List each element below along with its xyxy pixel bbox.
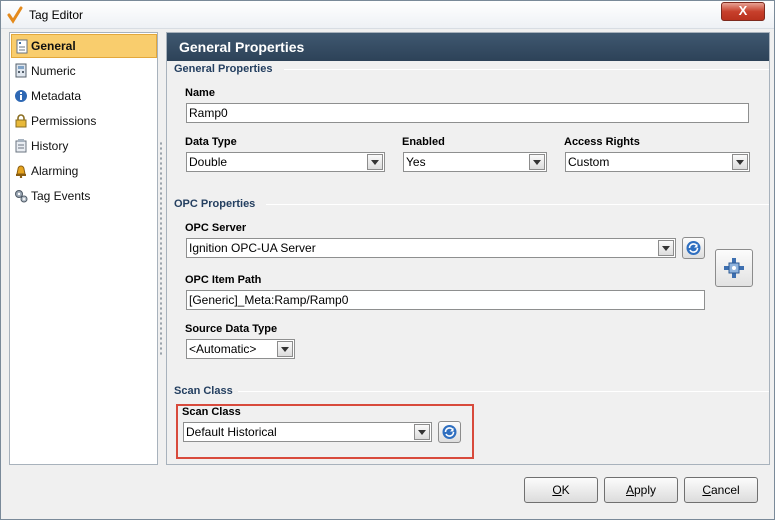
opc-server-select[interactable]: Ignition OPC-UA Server [186, 238, 676, 258]
lock-icon [15, 114, 27, 128]
numeric-icon [15, 63, 27, 78]
sidebar-item-label: Permissions [31, 114, 97, 128]
chevron-down-icon[interactable] [658, 240, 674, 256]
selected-value: Yes [406, 155, 426, 169]
gears-icon [15, 190, 28, 203]
sidebar-item-label: General [31, 39, 76, 53]
scan-class-label: Scan Class [182, 406, 241, 418]
refresh-icon [442, 425, 457, 439]
apply-mnemonic: A [625, 483, 634, 497]
sidebar-item-label: Tag Events [31, 189, 91, 203]
scan-class-select[interactable]: Default Historical [183, 422, 432, 442]
selected-value: Default Historical [186, 425, 277, 439]
sidebar: General Numeric Metadata Permissions His… [9, 32, 158, 465]
sidebar-item-label: Metadata [31, 89, 82, 103]
sidebar-item-metadata[interactable]: Metadata [11, 84, 157, 108]
opc-item-path-field[interactable]: [Generic]_Meta:Ramp/Ramp0 [186, 290, 705, 310]
name-label: Name [185, 87, 215, 99]
bell-icon [16, 165, 26, 178]
data-type-label: Data Type [185, 136, 237, 148]
access-rights-select[interactable]: Custom [565, 152, 750, 172]
enabled-select[interactable]: Yes [403, 152, 547, 172]
chevron-down-icon[interactable] [277, 341, 293, 357]
enabled-label: Enabled [402, 136, 445, 148]
sidebar-item-general[interactable]: General [11, 34, 157, 58]
section-divider [238, 391, 769, 392]
panel-header: General Properties [167, 33, 769, 61]
history-icon [15, 139, 27, 153]
access-rights-label: Access Rights [564, 136, 640, 148]
sidebar-item-label: History [31, 139, 69, 153]
ok-mnemonic: O [552, 483, 562, 497]
sidebar-item-numeric[interactable]: Numeric [11, 59, 157, 83]
chevron-down-icon[interactable] [367, 154, 383, 170]
opc-item-path-label: OPC Item Path [185, 274, 262, 286]
title-bar[interactable]: Tag Editor X [1, 1, 774, 29]
chevron-down-icon[interactable] [732, 154, 748, 170]
section-opc-properties: OPC Properties [174, 198, 769, 210]
splitter-handle[interactable] [159, 141, 163, 356]
close-button[interactable]: X [721, 2, 765, 21]
general-icon [16, 39, 28, 54]
source-data-type-label: Source Data Type [185, 323, 278, 335]
apply-button[interactable]: Apply [604, 477, 678, 503]
ok-label-rest: K [561, 483, 570, 497]
info-icon [15, 90, 27, 102]
refresh-server-button[interactable] [682, 237, 705, 259]
cancel-mnemonic: C [702, 483, 711, 497]
selected-value: Double [189, 155, 228, 169]
sidebar-item-history[interactable]: History [11, 134, 157, 158]
selected-value: Custom [568, 155, 610, 169]
apply-label-rest: pply [634, 483, 657, 497]
section-divider [284, 69, 769, 70]
refresh-icon [686, 241, 701, 255]
section-divider [266, 204, 769, 205]
section-scan-class: Scan Class [174, 385, 769, 397]
sidebar-item-tag-events[interactable]: Tag Events [11, 184, 157, 208]
selected-value: Ignition OPC-UA Server [189, 241, 316, 255]
cancel-button[interactable]: Cancel [684, 477, 758, 503]
source-data-type-select[interactable]: <Automatic> [186, 339, 295, 359]
sidebar-item-permissions[interactable]: Permissions [11, 109, 157, 133]
sidebar-item-alarming[interactable]: Alarming [11, 159, 157, 183]
refresh-scan-class-button[interactable] [438, 421, 461, 443]
ok-button[interactable]: OK [524, 477, 598, 503]
opc-browse-icon [724, 258, 744, 278]
tag-editor-window: Tag Editor X General Numeric Metadata Pe… [0, 0, 775, 520]
opc-server-label: OPC Server [185, 222, 247, 234]
selected-value: <Automatic> [189, 342, 257, 356]
chevron-down-icon[interactable] [414, 424, 430, 440]
cancel-label-rest: ancel [710, 483, 740, 497]
app-checkmark-icon [7, 6, 23, 24]
window-title: Tag Editor [29, 8, 84, 22]
chevron-down-icon[interactable] [529, 154, 545, 170]
data-type-select[interactable]: Double [186, 152, 385, 172]
section-general-properties: General Properties [174, 63, 769, 75]
section-title: OPC Properties [174, 198, 256, 210]
section-title: Scan Class [174, 385, 233, 397]
sidebar-item-label: Numeric [31, 64, 76, 78]
browse-opc-button[interactable] [715, 249, 753, 287]
sidebar-item-label: Alarming [31, 164, 79, 178]
name-field[interactable]: Ramp0 [186, 103, 749, 123]
section-title: General Properties [174, 63, 273, 75]
